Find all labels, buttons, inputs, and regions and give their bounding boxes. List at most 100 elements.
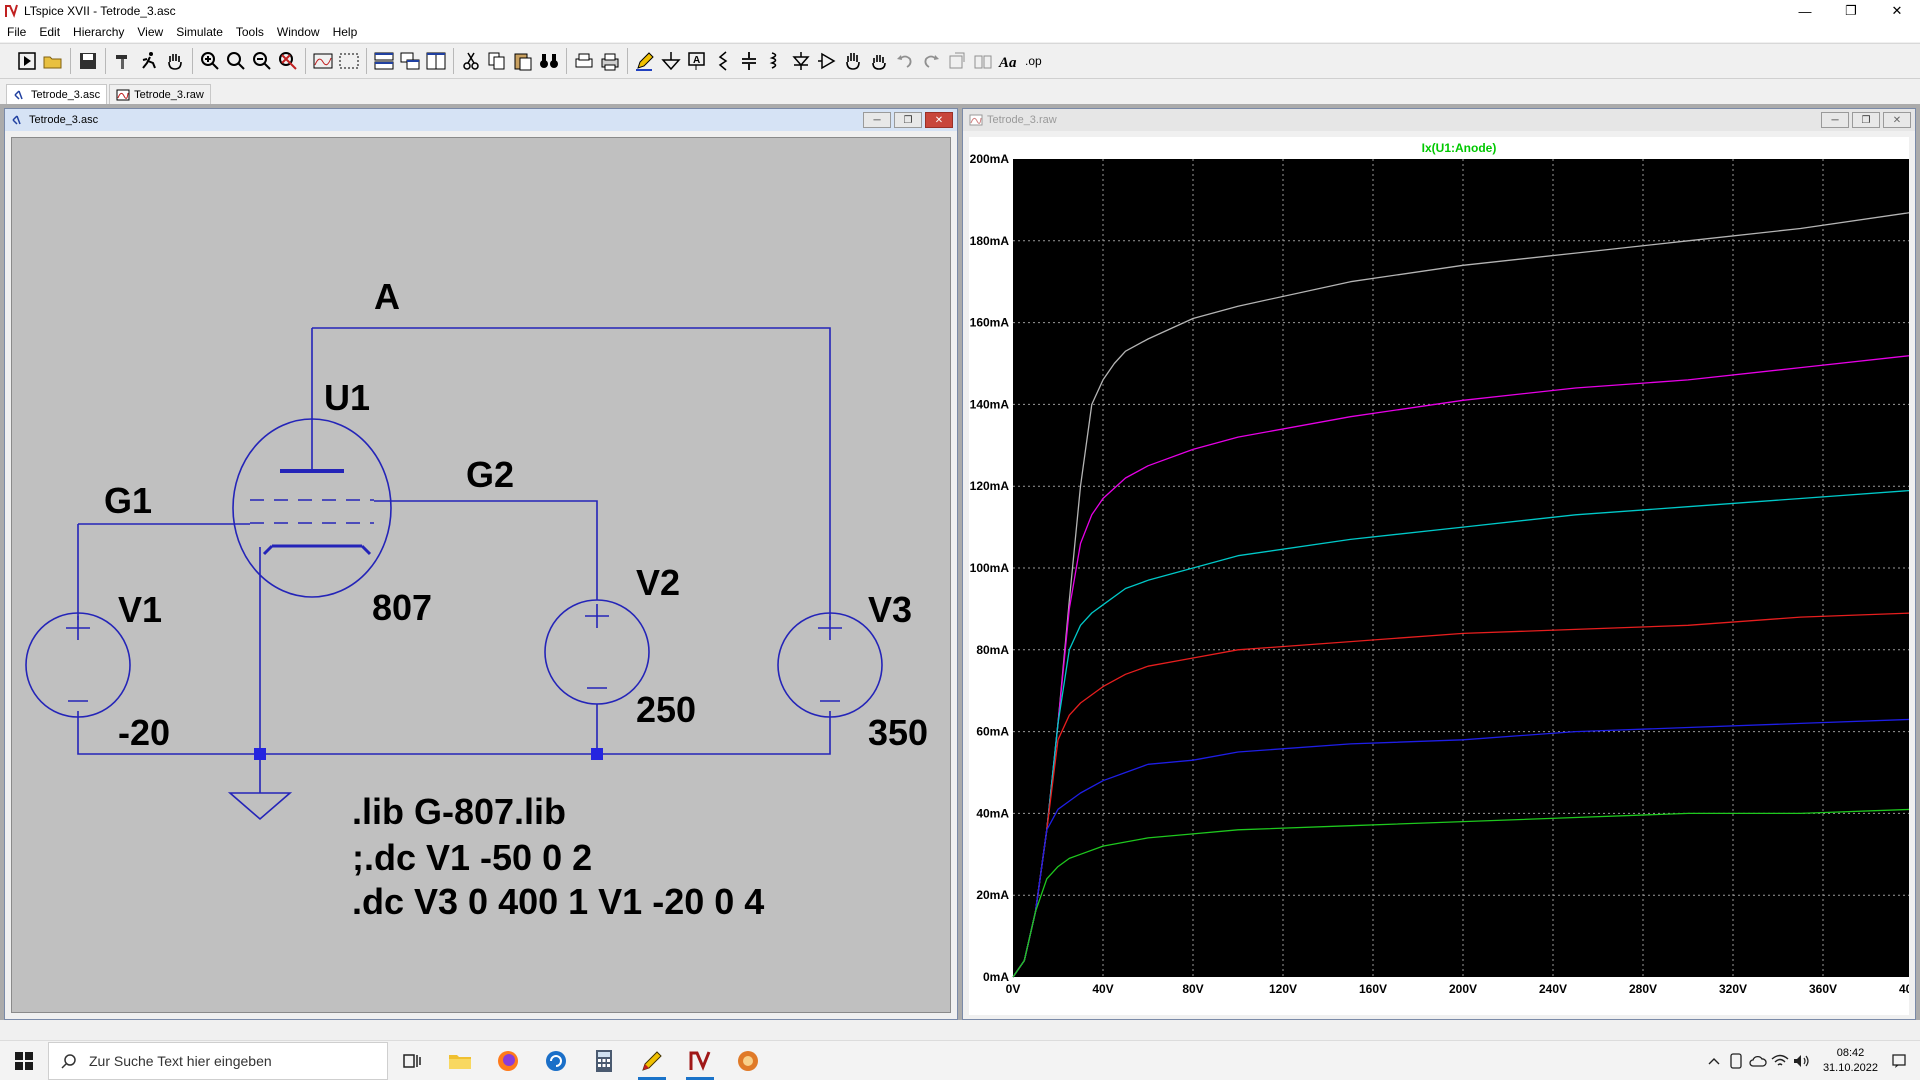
rotate-button[interactable] xyxy=(944,47,970,75)
menu-hierarchy[interactable]: Hierarchy xyxy=(66,25,130,39)
tube-cathode xyxy=(262,544,372,556)
print-button[interactable] xyxy=(597,47,623,75)
place-ground-button[interactable] xyxy=(658,47,684,75)
firefox-button[interactable] xyxy=(484,1041,532,1080)
trace-label[interactable]: Ix(U1:Anode) xyxy=(1422,141,1497,155)
draw-wire-button[interactable] xyxy=(632,47,658,75)
menu-file[interactable]: File xyxy=(0,25,32,39)
place-capacitor-button[interactable] xyxy=(736,47,762,75)
cut-button[interactable] xyxy=(458,47,484,75)
waveform-window-titlebar[interactable]: Tetrode_3.raw xyxy=(963,109,1915,131)
calculator-button[interactable] xyxy=(580,1041,628,1080)
mirror-button[interactable] xyxy=(970,47,996,75)
print-setup-button[interactable] xyxy=(571,47,597,75)
menu-view[interactable]: View xyxy=(130,25,169,39)
v2-reference[interactable]: V2 xyxy=(636,562,680,603)
tile-horizontal-button[interactable] xyxy=(371,47,397,75)
close-button[interactable]: ✕ xyxy=(1874,0,1920,22)
task-view-button[interactable] xyxy=(388,1041,436,1080)
tray-cloud-button[interactable] xyxy=(1747,1050,1769,1072)
place-resistor-button[interactable] xyxy=(710,47,736,75)
tile-vertical-button[interactable] xyxy=(423,47,449,75)
schematic-minimize-button[interactable]: ─ xyxy=(863,112,891,128)
v1-reference[interactable]: V1 xyxy=(118,589,162,630)
zoom-fit-button[interactable] xyxy=(223,47,249,75)
place-inductor-button[interactable] xyxy=(762,47,788,75)
waveform-plot-area[interactable]: 0V 40V 80V 120V 160V 200V 240V 280V 320V 360V 400V… xyxy=(969,137,1920,1015)
tray-device-button[interactable] xyxy=(1725,1050,1747,1072)
menu-help[interactable]: Help xyxy=(326,25,364,39)
tray-expand-button[interactable] xyxy=(1703,1050,1725,1072)
halt-button[interactable] xyxy=(136,47,162,75)
open-button[interactable] xyxy=(40,47,66,75)
drag-button[interactable] xyxy=(866,47,892,75)
menu-window[interactable]: Window xyxy=(270,25,326,39)
start-button[interactable] xyxy=(0,1041,48,1080)
wire-anode[interactable] xyxy=(311,327,831,620)
zoom-in-button[interactable] xyxy=(197,47,223,75)
control-panel-button[interactable] xyxy=(110,47,136,75)
net-label-a[interactable]: A xyxy=(374,276,400,317)
zoom-out-button[interactable] xyxy=(249,47,275,75)
undo-button[interactable] xyxy=(892,47,918,75)
menu-edit[interactable]: Edit xyxy=(32,25,66,39)
notification-button[interactable] xyxy=(1888,1050,1910,1072)
spice-directive-button[interactable]: .op xyxy=(1022,47,1048,75)
net-label-g2[interactable]: G2 xyxy=(466,454,514,495)
schematic-canvas[interactable]: A U1 G2 G1 807 V1 -20 V2 250 V3 350 .lib… xyxy=(11,137,951,1013)
y-tick-label: 80mA xyxy=(976,643,1009,657)
ltspice-taskbar-button[interactable] xyxy=(676,1041,724,1080)
clock[interactable]: 08:42 31.10.2022 xyxy=(1823,1046,1878,1076)
label-net-button[interactable]: A xyxy=(684,47,710,75)
ground-symbol[interactable] xyxy=(227,792,293,821)
find-button[interactable] xyxy=(536,47,562,75)
net-label-g1[interactable]: G1 xyxy=(104,480,152,521)
v2-value[interactable]: 250 xyxy=(636,689,696,730)
autorange-button[interactable] xyxy=(310,47,336,75)
tray-volume-button[interactable] xyxy=(1791,1050,1813,1072)
tube-value[interactable]: 807 xyxy=(372,587,432,628)
paste-button[interactable] xyxy=(510,47,536,75)
waveform-restore-button[interactable]: ❐ xyxy=(1852,112,1880,128)
tab-schematic[interactable]: Tetrode_3.asc xyxy=(6,84,108,104)
move-button[interactable] xyxy=(840,47,866,75)
resistor-icon xyxy=(718,51,728,71)
tube-reference[interactable]: U1 xyxy=(324,377,370,418)
tray-network-button[interactable] xyxy=(1769,1050,1791,1072)
v3-value[interactable]: 350 xyxy=(868,712,928,753)
restore-button[interactable]: ❐ xyxy=(1828,0,1874,22)
tab-waveform[interactable]: Tetrode_3.raw xyxy=(109,84,211,104)
copy-button[interactable] xyxy=(484,47,510,75)
menu-tools[interactable]: Tools xyxy=(229,25,270,39)
v3-reference[interactable]: V3 xyxy=(868,589,912,630)
waveform-close-button[interactable]: ✕ xyxy=(1883,112,1911,128)
zoom-cancel-button[interactable] xyxy=(275,47,301,75)
text-button[interactable]: Aa xyxy=(996,47,1022,75)
save-button[interactable] xyxy=(75,47,101,75)
pencil-app-button[interactable] xyxy=(628,1041,676,1080)
run-button[interactable] xyxy=(14,47,40,75)
v1-value[interactable]: -20 xyxy=(118,712,170,753)
wire-g1[interactable] xyxy=(77,523,250,620)
schematic-close-button[interactable]: ✕ xyxy=(925,112,953,128)
place-diode-button[interactable] xyxy=(788,47,814,75)
schematic-window-titlebar[interactable]: Tetrode_3.asc xyxy=(5,109,957,131)
redo-button[interactable] xyxy=(918,47,944,75)
place-component-button[interactable] xyxy=(814,47,840,75)
cascade-button[interactable] xyxy=(397,47,423,75)
app-button[interactable] xyxy=(724,1041,772,1080)
waveform-minimize-button[interactable]: ─ xyxy=(1821,112,1849,128)
pan-button[interactable] xyxy=(162,47,188,75)
wire-g2[interactable] xyxy=(374,500,598,600)
spice-directive-dc[interactable]: .dc V3 0 400 1 V1 -20 0 4 xyxy=(352,881,764,922)
spice-directive-commented-dc[interactable]: ;.dc V1 -50 0 2 xyxy=(352,837,592,878)
refresh-app-button[interactable] xyxy=(532,1041,580,1080)
file-explorer-button[interactable] xyxy=(436,1041,484,1080)
wire-ground-bus[interactable] xyxy=(77,547,831,793)
spice-directive-lib[interactable]: .lib G-807.lib xyxy=(352,791,566,832)
grid-toggle-button[interactable] xyxy=(336,47,362,75)
schematic-restore-button[interactable]: ❐ xyxy=(894,112,922,128)
taskbar-search-box[interactable]: Zur Suche Text hier eingeben xyxy=(48,1041,388,1080)
minimize-button[interactable]: — xyxy=(1782,0,1828,22)
menu-simulate[interactable]: Simulate xyxy=(169,25,229,39)
